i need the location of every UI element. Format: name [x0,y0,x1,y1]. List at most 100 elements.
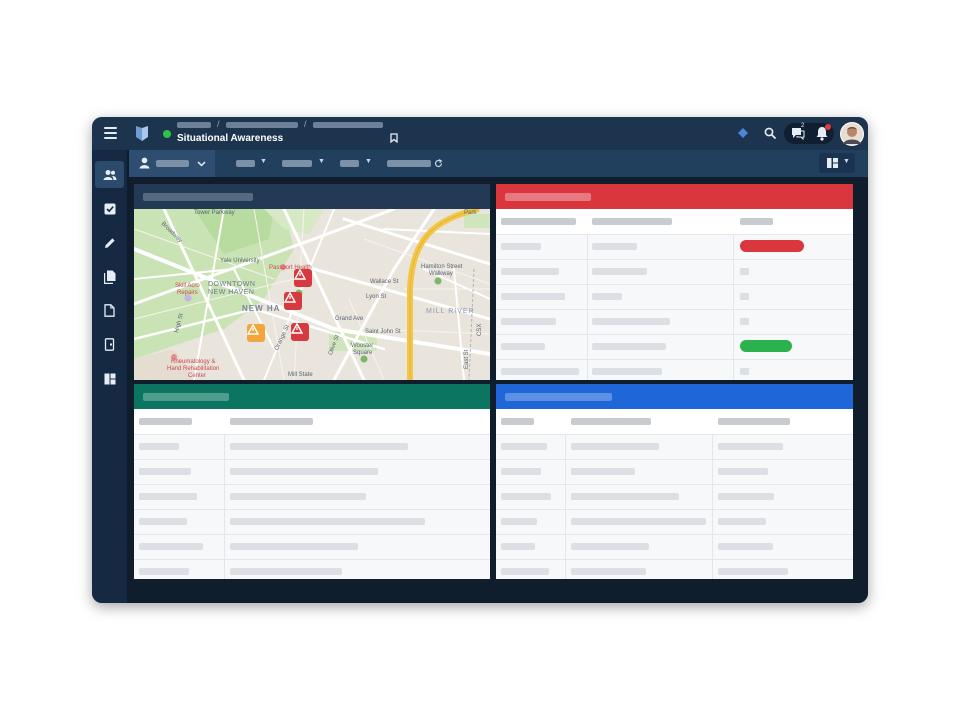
map-label: CSX [477,323,483,336]
notification-dot [825,124,831,130]
status-badge [740,340,792,352]
green-panel [134,384,490,579]
table-row[interactable] [134,559,490,579]
table-header-row [134,409,490,435]
bookmark-icon[interactable] [390,133,398,143]
avatar[interactable] [840,122,864,146]
alert-marker[interactable] [294,269,312,287]
map-label: Wooster [351,343,374,349]
app-window: / / Situational Awareness 2 ▼ ▼ ▼ ▼ Towe… [92,117,868,603]
breadcrumb-item[interactable] [313,122,383,128]
blue-panel [496,384,853,579]
table-row[interactable] [496,309,853,335]
table-header-row [496,209,853,235]
chat-badge: 2 [801,123,805,129]
breadcrumb-item[interactable] [226,122,298,128]
table-row[interactable] [496,259,853,285]
exit-icon [104,338,115,351]
alerts-panel-header[interactable] [496,184,853,209]
dashboard-icon [104,373,115,384]
table-row[interactable] [496,334,853,360]
table-row[interactable] [496,559,853,579]
map-panel: Tower Parkway Yale University Passport H… [134,184,490,380]
blue-table [496,409,853,579]
warning-icon [294,269,306,280]
alerts-table [496,209,853,380]
users-icon [103,169,116,180]
top-bar: / / Situational Awareness 2 [92,117,868,150]
sidebar-item-documents[interactable] [95,263,124,290]
table-header-row [496,409,853,435]
map-label: Skill Acro [175,283,200,289]
map-view[interactable]: Tower Parkway Yale University Passport H… [134,209,490,380]
file-icon [104,304,115,317]
table-row[interactable] [496,359,853,380]
chevron-down-icon [197,161,206,167]
alert-marker[interactable] [291,323,309,341]
refresh-icon[interactable] [434,159,443,168]
map-label: Hand Rehabilitation [167,366,220,372]
app-logo[interactable] [134,125,150,142]
map-label: MILL RIVER [426,308,475,315]
diamond-icon[interactable] [738,128,748,138]
filter-dropdown[interactable] [282,160,312,167]
green-table [134,409,490,579]
user-filter-dropdown[interactable] [129,150,215,177]
alert-marker[interactable] [284,292,302,310]
map-label: Grand Ave [335,316,364,322]
sidebar-item-file[interactable] [95,297,124,324]
page-title: Situational Awareness [177,133,284,144]
sidebar-item-exit[interactable] [95,331,124,358]
blue-panel-header[interactable] [496,384,853,409]
warning-marker[interactable] [247,324,265,342]
table-row[interactable] [134,459,490,485]
table-row[interactable] [134,434,490,460]
sidebar-item-edit[interactable] [95,229,124,256]
status-indicator [163,130,171,138]
filter-dropdown[interactable] [340,160,359,167]
table-row[interactable] [496,484,853,510]
sidebar [92,150,127,603]
map-label: DOWNTOWN [208,281,256,288]
map-label: Park [464,210,477,216]
sidebar-item-dashboard[interactable] [95,365,124,392]
table-row[interactable] [496,459,853,485]
map-label: Center [188,373,207,379]
hamburger-menu-icon[interactable] [104,127,117,139]
map-label: Square [353,350,373,356]
warning-icon [247,324,259,335]
user-filter-value [156,160,189,167]
documents-icon [103,270,115,284]
map-label: Mill State [288,372,313,378]
warning-icon [284,292,296,303]
table-row[interactable] [496,534,853,560]
table-row[interactable] [134,509,490,535]
map-label: Yale University [220,258,260,264]
map-label: NEW HAVEN [208,289,255,296]
search-icon[interactable] [764,127,776,139]
table-row[interactable] [496,234,853,260]
layout-switcher[interactable]: ▼ [819,153,855,173]
filter-toolbar: ▼ ▼ ▼ ▼ [129,150,868,177]
sidebar-item-tasks[interactable] [95,195,124,222]
status-badge [740,240,804,252]
table-row[interactable] [496,284,853,310]
map-panel-header[interactable] [134,184,490,209]
checkbox-icon [104,203,115,214]
table-row[interactable] [134,484,490,510]
map-label: Saint John St [365,329,401,335]
table-row[interactable] [496,434,853,460]
filter-dropdown[interactable] [236,160,255,167]
layout-grid-icon [827,158,838,168]
table-row[interactable] [134,534,490,560]
pencil-icon [104,237,115,248]
map-label: Repairs [177,290,198,296]
dashboard-content: Tower Parkway Yale University Passport H… [129,177,868,603]
green-panel-header[interactable] [134,384,490,409]
sidebar-item-users[interactable] [95,161,124,188]
table-row[interactable] [496,509,853,535]
refresh-filter[interactable] [387,160,431,167]
breadcrumb-item[interactable] [177,122,211,128]
map-label: NEW HA [242,304,281,313]
map-label: Rheumatology & [171,359,216,365]
